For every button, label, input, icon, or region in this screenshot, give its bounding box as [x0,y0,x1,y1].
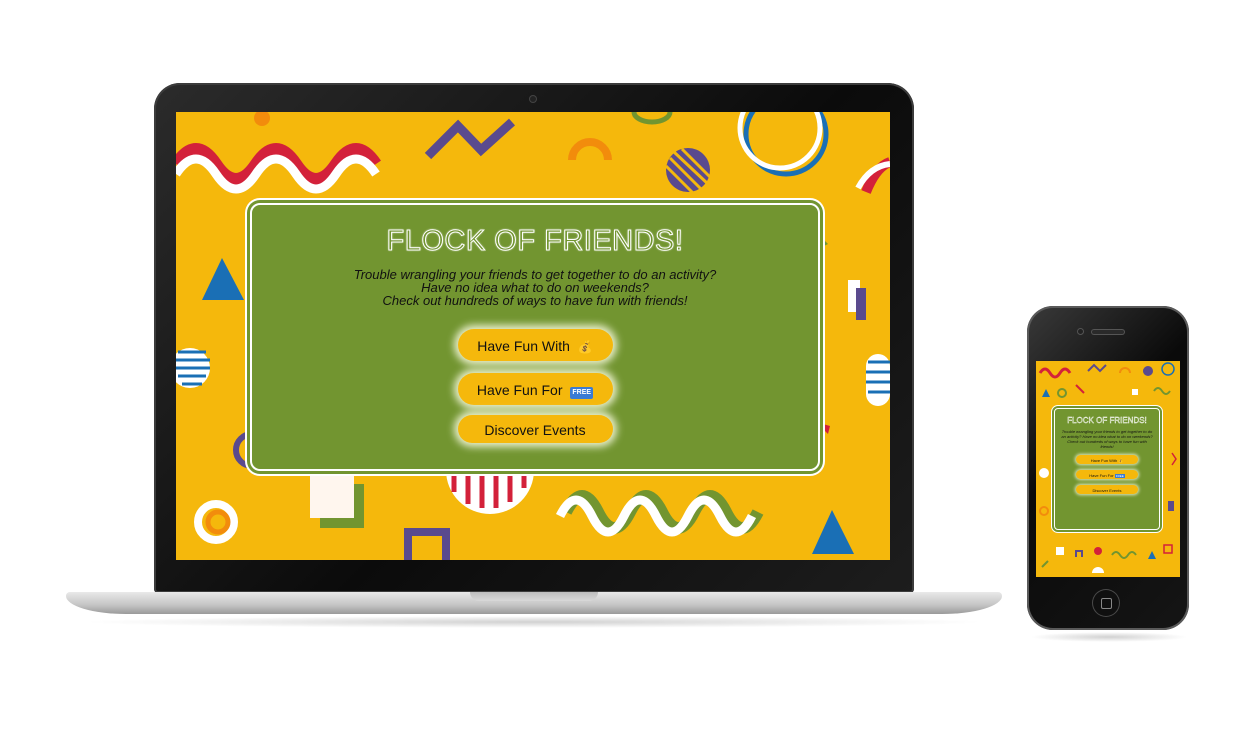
site-title: FLOCK OF FRIENDS! [386,225,684,258]
intro-line: Check out hundreds of ways to have fun w… [1067,439,1147,449]
laptop-notch [470,592,598,601]
discover-events-button[interactable]: Discover Events [457,415,613,443]
button-label: Have Fun With [477,338,570,354]
phone-speaker [1092,330,1124,334]
intro-line: Check out hundreds of ways to have fun w… [382,293,688,308]
money-bag-icon: 💰 [577,340,593,354]
mobile-have-fun-for-button[interactable]: Have Fun For FREE [1076,470,1138,479]
mobile-hero-card: FLOCK OF FRIENDS! Trouble wrangling your… [1054,408,1160,530]
money-bag-icon: 💰 [1118,458,1124,463]
intro-text: Trouble wrangling your friends to get to… [252,268,818,307]
mobile-have-fun-with-button[interactable]: Have Fun With 💰 [1076,455,1138,464]
laptop-screen: FLOCK OF FRIENDS! Trouble wrangling your… [176,112,890,560]
free-icon: FREE [570,387,594,399]
hero-card: FLOCK OF FRIENDS! Trouble wrangling your… [250,203,820,471]
laptop-camera [530,96,536,102]
mobile-site-title: FLOCK OF FRIENDS! [1067,416,1147,425]
free-icon: FREE [1114,474,1125,478]
laptop-shadow [80,616,988,628]
button-label: Have Fun For [1089,473,1114,478]
button-label: Have Fun With [1090,458,1118,463]
have-fun-for-button[interactable]: Have Fun For FREE [457,373,613,405]
mobile-discover-events-button[interactable]: Discover Events [1076,485,1138,494]
phone-shadow [1030,632,1188,642]
mobile-intro-text: Trouble wrangling your friends to get to… [1061,429,1153,449]
home-square-icon [1101,598,1112,609]
phone-camera [1078,329,1083,334]
button-label: Have Fun For [476,382,563,398]
have-fun-with-button[interactable]: Have Fun With 💰 [457,329,613,361]
phone-screen: FLOCK OF FRIENDS! Trouble wrangling your… [1036,361,1180,577]
